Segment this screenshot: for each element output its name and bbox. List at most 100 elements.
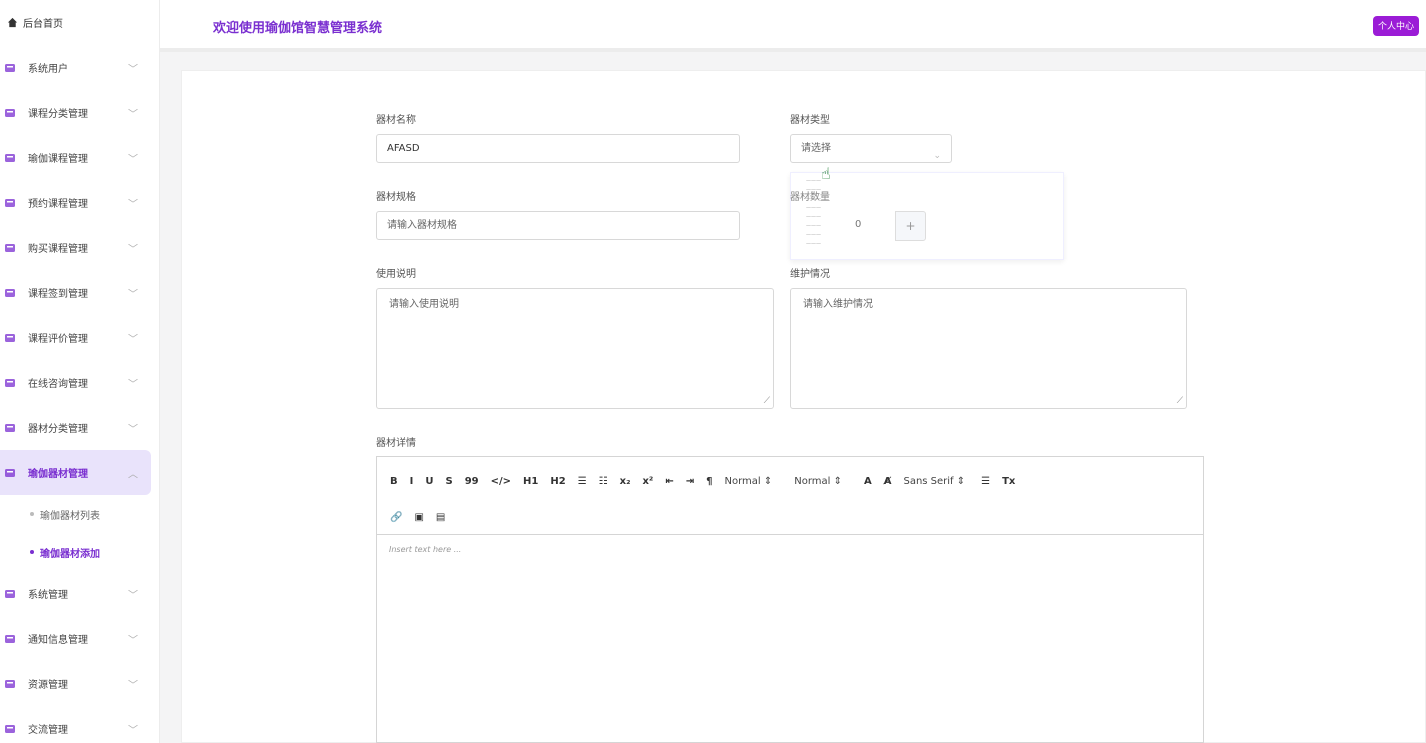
settings-icon bbox=[4, 588, 16, 600]
header-picker[interactable]: Normal ⇕ bbox=[794, 476, 842, 487]
toolbar-button[interactable]: I bbox=[410, 476, 414, 487]
equipment-name-input[interactable]: AFASD bbox=[376, 134, 740, 163]
chevron-down-icon: ﹀ bbox=[128, 379, 138, 390]
size-picker[interactable]: Normal ⇕ bbox=[724, 476, 772, 487]
editor-placeholder: Insert text here ... bbox=[389, 545, 462, 554]
toolbar-button[interactable]: ▣ bbox=[414, 512, 423, 523]
dropdown-option[interactable]: ——— bbox=[791, 186, 1063, 195]
sidebar-item-label: 课程分类管理 bbox=[28, 109, 88, 120]
toolbar-button[interactable]: U bbox=[425, 476, 433, 487]
editor-toolbar: B I U S 99 </> H1 H2 ☰ ☷ x₂ x² ⇤ ⇥ ¶ Normal ⇕ Normal ⇕ A A… bbox=[377, 457, 1203, 535]
sidebar-subitem-yoga-equipment-add[interactable]: 瑜伽器材添加 bbox=[0, 533, 159, 571]
dropdown-option[interactable]: ——— bbox=[791, 213, 1063, 222]
toolbar-button[interactable]: x₂ bbox=[620, 476, 631, 487]
sidebar-item-label: 系统用户 bbox=[28, 64, 68, 75]
toolbar-button[interactable]: ☰ bbox=[981, 476, 990, 487]
sidebar-item-label: 课程签到管理 bbox=[28, 289, 88, 300]
toolbar-button[interactable]: ⇥ bbox=[686, 476, 694, 487]
sidebar-home[interactable]: 后台首页 bbox=[0, 0, 159, 45]
equipment-name-label: 器材名称 bbox=[376, 115, 416, 126]
font-picker[interactable]: Sans Serif ⇕ bbox=[903, 476, 965, 487]
chevron-down-icon: ﹀ bbox=[128, 199, 138, 210]
maintenance-textarea[interactable]: 请输入维护情况 ⟋ bbox=[790, 288, 1187, 409]
color-picker[interactable]: A bbox=[864, 476, 872, 487]
sidebar-item-label: 瑜伽器材管理 bbox=[28, 469, 88, 480]
editor-content[interactable]: Insert text here ... bbox=[377, 535, 1203, 564]
sidebar-item[interactable]: 在线咨询管理 ﹀ bbox=[0, 360, 151, 405]
toolbar-button[interactable]: 🔗 bbox=[390, 512, 402, 523]
chevron-down-icon: ﹀ bbox=[128, 680, 138, 691]
sidebar-item[interactable]: 交流管理 ﹀ bbox=[0, 706, 151, 743]
sidebar-home-label: 后台首页 bbox=[23, 19, 63, 30]
toolbar-button[interactable]: H1 bbox=[523, 476, 538, 487]
equipment-type-select-value: 请选择 bbox=[801, 143, 831, 154]
resize-handle-icon[interactable]: ⟋ bbox=[764, 396, 770, 406]
toolbar-button[interactable]: </> bbox=[491, 476, 511, 487]
sidebar-item[interactable]: 课程签到管理 ﹀ bbox=[0, 270, 151, 315]
dropdown-option[interactable]: ——— bbox=[791, 222, 1063, 231]
toolbar-button[interactable]: ☰ bbox=[578, 476, 587, 487]
sidebar-item-label: 通知信息管理 bbox=[28, 635, 88, 646]
chevron-down-icon: ﹀ bbox=[128, 289, 138, 300]
equipment-type-label: 器材类型 bbox=[790, 115, 830, 126]
equipment-spec-input[interactable]: 请输入器材规格 bbox=[376, 211, 740, 240]
sidebar-item[interactable]: 瑜伽器材管理 ︿ bbox=[0, 450, 151, 495]
maintenance-placeholder: 请输入维护情况 bbox=[803, 299, 873, 310]
sidebar-item[interactable]: 预约课程管理 ﹀ bbox=[0, 180, 151, 225]
usage-textarea[interactable]: 请输入使用说明 ⟋ bbox=[376, 288, 774, 409]
dropdown-option[interactable]: ——— bbox=[791, 195, 1063, 204]
editor-toolbar-row: B I U S 99 </> H1 H2 ☰ ☷ x₂ x² ⇤ ⇥ ¶ Normal ⇕ Normal ⇕ A A… bbox=[390, 473, 1191, 489]
equipment-type-select[interactable]: 请选择 ⌄ bbox=[790, 134, 952, 163]
dropdown-option[interactable]: ——— bbox=[791, 240, 1063, 249]
hand-cursor-icon: ☝ bbox=[821, 164, 831, 183]
sidebar-subitem-label: 瑜伽器材添加 bbox=[40, 548, 100, 560]
dropdown-option[interactable]: ——— bbox=[791, 177, 1063, 186]
toolbar-button[interactable]: ☷ bbox=[599, 476, 608, 487]
toolbar-button[interactable]: B bbox=[390, 476, 398, 487]
calendar-icon bbox=[4, 197, 16, 209]
user-center-button[interactable]: 个人中心 bbox=[1372, 16, 1419, 36]
equipment-qty-value[interactable]: 0 bbox=[855, 219, 861, 230]
sidebar-item-label: 在线咨询管理 bbox=[28, 379, 88, 390]
sidebar-item-label: 交流管理 bbox=[28, 725, 68, 736]
toolbar-button[interactable]: S bbox=[445, 476, 452, 487]
equipment-type-dropdown[interactable]: ——— ——— ——— ——— ——— ——— ——— ——— bbox=[790, 172, 1064, 260]
toolbar-button[interactable]: x² bbox=[642, 476, 653, 487]
toolbar-button[interactable]: H2 bbox=[550, 476, 565, 487]
toolbar-button[interactable]: 99 bbox=[465, 476, 479, 487]
course-icon bbox=[4, 152, 16, 164]
dropdown-option[interactable]: ——— bbox=[791, 204, 1063, 213]
chevron-down-icon: ﹀ bbox=[128, 590, 138, 601]
qty-increase-button[interactable]: + bbox=[895, 211, 926, 241]
toolbar-button[interactable]: ¶ bbox=[706, 476, 712, 487]
sidebar-item[interactable]: 器材分类管理 ﹀ bbox=[0, 405, 151, 450]
sidebar-subitem-label: 瑜伽器材列表 bbox=[40, 510, 100, 522]
sidebar-subitem-yoga-equipment-list[interactable]: 瑜伽器材列表 bbox=[0, 495, 159, 533]
sidebar-item[interactable]: 课程分类管理 ﹀ bbox=[0, 90, 151, 135]
sidebar-item[interactable]: 瑜伽课程管理 ﹀ bbox=[0, 135, 151, 180]
usage-label: 使用说明 bbox=[376, 269, 416, 280]
color-picker[interactable]: A̸ bbox=[884, 476, 892, 487]
sidebar-item[interactable]: 系统管理 ﹀ bbox=[0, 571, 151, 616]
toolbar-button[interactable]: ▤ bbox=[436, 512, 445, 523]
sidebar-item[interactable]: 资源管理 ﹀ bbox=[0, 661, 151, 706]
editor-toolbar-row: 🔗 ▣ ▤ bbox=[390, 509, 1191, 525]
sidebar-item[interactable]: 购买课程管理 ﹀ bbox=[0, 225, 151, 270]
dropdown-option[interactable]: ——— bbox=[791, 231, 1063, 240]
select-arrow-icon: ⌄ bbox=[933, 151, 941, 161]
bullet-icon bbox=[30, 550, 34, 554]
resize-handle-icon[interactable]: ⟋ bbox=[1177, 396, 1183, 406]
toolbar-button[interactable]: Tx bbox=[1002, 476, 1015, 487]
maintenance-label: 维护情况 bbox=[790, 269, 830, 280]
sidebar-item[interactable]: 系统用户 ﹀ bbox=[0, 45, 151, 90]
chevron-down-icon: ﹀ bbox=[128, 64, 138, 75]
sidebar-item[interactable]: 通知信息管理 ﹀ bbox=[0, 616, 151, 661]
sidebar-item-label: 器材分类管理 bbox=[28, 424, 88, 435]
toolbar-button[interactable]: ⇤ bbox=[665, 476, 673, 487]
sidebar-item[interactable]: 课程评价管理 ﹀ bbox=[0, 315, 151, 360]
chevron-down-icon: ﹀ bbox=[128, 635, 138, 646]
sidebar-item-label: 购买课程管理 bbox=[28, 244, 88, 255]
top-header: 欢迎使用瑜伽馆智慧管理系统 个人中心 bbox=[160, 0, 1426, 52]
list-icon bbox=[4, 467, 16, 479]
page-title: 欢迎使用瑜伽馆智慧管理系统 bbox=[213, 21, 383, 36]
